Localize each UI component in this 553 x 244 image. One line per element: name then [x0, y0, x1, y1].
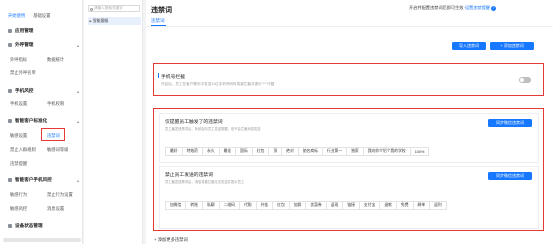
word-tag[interactable]: 国际: [235, 147, 253, 156]
sidebar-group-std[interactable]: 智能客户标准化 ▴: [8, 117, 79, 125]
import-button[interactable]: 导入违禁词: [452, 42, 486, 50]
word-tag[interactable]: 转账: [185, 201, 203, 210]
word-tag[interactable]: 驰名商标: [297, 147, 323, 156]
word-tag[interactable]: 顶: [268, 147, 283, 156]
word-tag[interactable]: 行业第一: [321, 147, 348, 156]
word-tag[interactable]: 返利: [429, 201, 447, 210]
remind-card: 仅提醒员工触发了的违禁词 员工触发违禁词后，系统会向员工发送提醒，但不会拦截消息…: [159, 113, 539, 163]
word-tag[interactable]: 退款: [379, 201, 397, 210]
shield-icon: [8, 89, 12, 93]
sidebar-sub[interactable]: 禁止外呼名单: [10, 70, 36, 76]
phone-block-section: 手机号拦截 开启后，员工在客户聊天中发送11位手机号码时将被拦截并提示"**"代…: [153, 63, 544, 96]
app-icon: [8, 29, 12, 33]
sidebar-item-start[interactable]: 开始使用 基础设置: [8, 12, 79, 20]
help-icon[interactable]: ?: [490, 6, 496, 11]
word-tag[interactable]: 返现: [325, 201, 344, 210]
sidebar: 开始使用 基础设置 应用管理 外呼管理 ▴ 外呼指标 数据统计 禁止外呼名单 手机风…: [0, 0, 83, 244]
section-accent: [158, 73, 159, 78]
tab-banned-words[interactable]: 违禁词: [151, 18, 165, 24]
chevron-up-icon: ▴: [76, 42, 79, 48]
sync-wechat-button[interactable]: 同步微信违禁词: [488, 172, 532, 180]
word-tag[interactable]: 加微信: [165, 201, 187, 210]
sidebar-sub[interactable]: 敏感词等级: [47, 147, 68, 153]
add-word-button[interactable]: + 添加违禁词: [490, 42, 534, 50]
sidebar-sub[interactable]: 敏感风控: [10, 206, 27, 212]
card-title: 禁止员工发送的违禁词: [165, 173, 213, 178]
sidebar-sub[interactable]: 消息设置: [47, 206, 64, 212]
list-icon: [8, 119, 12, 123]
sidebar-sub[interactable]: 敏感设置: [10, 133, 27, 139]
phone-block-toggle[interactable]: [519, 77, 531, 83]
word-tag[interactable]: 刷单: [412, 201, 431, 210]
tab-divider: [146, 26, 553, 27]
add-more-link[interactable]: + 添加更多违禁词: [154, 237, 188, 243]
phone-icon: [8, 43, 12, 47]
section-desc: 开启后，员工在客户聊天中发送11位手机号码时将被拦截并提示"**"代替: [161, 82, 275, 86]
main-panel: 违禁词 开启并配置违禁词后即可生效·设置违禁提醒? 违禁词 导入违禁词 + 添加…: [146, 0, 553, 244]
word-tag[interactable]: 永久: [201, 147, 220, 156]
tag-list: 加微信 转账 私聊 二维码 代购 外挂 红包 加群 优惠券 返现 链接 支付宝 退款 免费 刷单 返利: [165, 201, 495, 210]
word-tag[interactable]: 代购: [238, 201, 257, 210]
banned-words-section: 仅提醒员工触发了的违禁词 员工触发违禁词后，系统会向员工发送提醒，但不会拦截消息…: [153, 108, 544, 231]
word-tag[interactable]: 独家: [346, 147, 364, 156]
word-tag[interactable]: 加群: [288, 201, 307, 210]
word-tag[interactable]: 链接: [342, 201, 360, 210]
page-title: 违禁词: [151, 7, 172, 14]
sidebar-group-device[interactable]: 设备状态管理: [8, 222, 79, 230]
word-tag[interactable]: 最佳: [218, 147, 237, 156]
sidebar-group-call[interactable]: 外呼管理 ▴: [8, 41, 79, 49]
word-tag[interactable]: 优惠券: [305, 201, 327, 210]
app-root: 开始使用 基础设置 应用管理 外呼管理 ▴ 外呼指标 数据统计 禁止外呼名单 手机风…: [0, 0, 553, 244]
search-input[interactable]: 请输入搜索关键字: [88, 5, 140, 12]
word-tag[interactable]: 支付宝: [358, 201, 381, 210]
word-tag[interactable]: 私聊: [201, 201, 220, 210]
sidebar-sub[interactable]: 敏感行为: [10, 192, 27, 198]
word-tag[interactable]: 红包: [272, 201, 290, 210]
card-desc: 员工触发违禁词后，消息将被拦截无法发送并提示员工: [165, 180, 245, 184]
search-icon: [90, 7, 93, 11]
header-hint: 开启并配置违禁词后即可生效·设置违禁提醒?: [409, 5, 496, 11]
block-card: 禁止员工发送的违禁词 员工触发违禁词后，消息将被拦截无法发送并提示员工 同步微信…: [159, 166, 539, 229]
word-tag[interactable]: 100%: [409, 147, 430, 156]
device-icon: [8, 224, 12, 228]
lock-icon: [8, 178, 12, 182]
word-tag[interactable]: 特效药: [181, 147, 203, 156]
chevron-up-icon: ▴: [76, 177, 79, 183]
sidebar-sub[interactable]: 数据统计: [47, 57, 64, 63]
sidebar-sub[interactable]: 手机设置: [10, 101, 27, 107]
sidebar-sub[interactable]: 违禁提醒: [10, 161, 27, 167]
card-desc: 员工触发违禁词后，系统会向员工发送提醒，但不会拦截消息发送: [165, 127, 261, 131]
chevron-up-icon: ▴: [76, 88, 79, 94]
tree-panel: 请输入搜索关键字 ▶ 智能客服: [84, 0, 143, 244]
card-title: 仅提醒员工触发了的违禁词: [165, 120, 223, 125]
sidebar-scrollbar[interactable]: [3, 238, 81, 242]
section-label: 手机号拦截: [161, 75, 185, 80]
word-tag[interactable]: 外挂: [255, 201, 274, 210]
sidebar-sub[interactable]: 外呼指标: [10, 57, 27, 63]
sidebar-group-app[interactable]: 应用管理: [8, 27, 79, 35]
chevron-up-icon: ▴: [76, 118, 79, 124]
word-tag[interactable]: 红包: [251, 147, 270, 156]
sidebar-sub[interactable]: 禁止行为设置: [47, 192, 73, 198]
sync-wechat-button[interactable]: 同步微信违禁词: [488, 119, 532, 127]
selection-highlight: [41, 128, 65, 141]
hint-link[interactable]: 设置违禁提醒: [465, 5, 490, 10]
word-tag[interactable]: 最好: [165, 147, 183, 156]
word-tag[interactable]: 二维码: [218, 201, 240, 210]
word-tag[interactable]: 绝对: [281, 147, 299, 156]
sidebar-sub[interactable]: 手机权限: [47, 101, 64, 107]
word-tag[interactable]: 免费: [395, 201, 414, 210]
sidebar-group-phone[interactable]: 手机风控 ▴: [8, 87, 79, 95]
toggle-knob: [520, 78, 524, 82]
tag-list: 最好 特效药 永久 最佳 国际 红包顶绝对 驰名商标 行业第一 独家 我向你介绍个我的学校 100%: [165, 147, 430, 156]
sidebar-group-risk[interactable]: 智能客户手机风控 ▴: [8, 176, 79, 184]
tree-item-root[interactable]: ▶ 智能客服: [88, 17, 141, 25]
caret-right-icon: ▶: [89, 19, 92, 23]
sidebar-sub[interactable]: 禁止入群规则: [10, 147, 36, 153]
word-tag[interactable]: 我向你介绍个我的学校: [362, 147, 411, 156]
